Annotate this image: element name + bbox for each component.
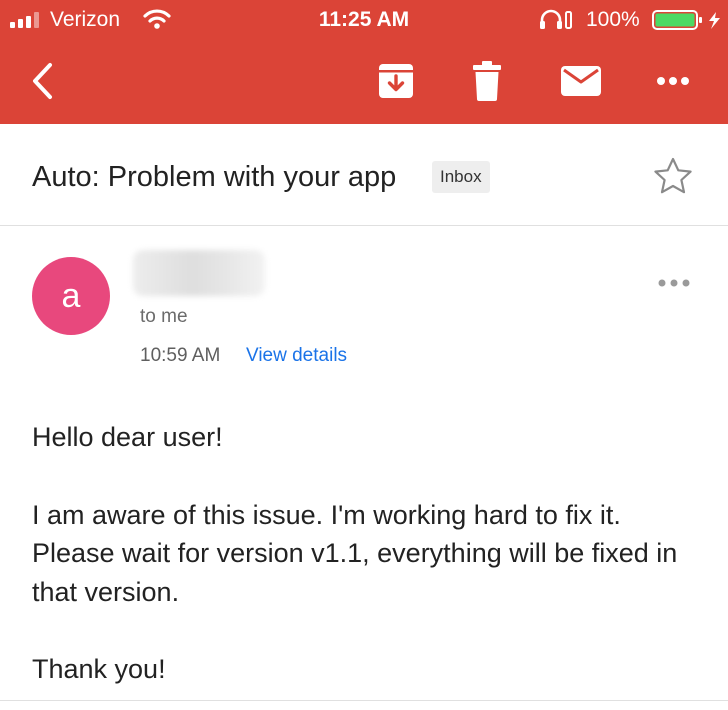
sender-name-redacted [133, 250, 265, 296]
status-bar: Verizon 11:25 AM 100% [0, 0, 728, 40]
headphones-icon [540, 9, 572, 29]
app-header: Verizon 11:25 AM 100% [0, 0, 728, 124]
more-horizontal-icon [657, 77, 689, 85]
recipient-text: to me [140, 306, 188, 327]
subject-row: Auto: Problem with your app Inbox [0, 124, 728, 226]
message-more-icon[interactable] [656, 275, 692, 291]
body-paragraph: I am aware of this issue. I'm working ha… [32, 499, 678, 607]
email-body: Hello dear user! I am aware of this issu… [32, 418, 692, 710]
back-button[interactable] [20, 58, 64, 104]
signal-strength-icon [10, 12, 39, 28]
mark-unread-button[interactable] [555, 58, 607, 104]
more-options-button[interactable] [648, 58, 698, 104]
archive-button[interactable] [370, 58, 422, 104]
battery-icon [652, 10, 720, 30]
view-details-link[interactable]: View details [246, 344, 347, 368]
archive-icon [379, 64, 413, 98]
battery-percent: 100% [586, 8, 640, 31]
inbox-label[interactable]: Inbox [432, 161, 490, 193]
sender-avatar: a [32, 257, 110, 335]
delete-button[interactable] [462, 58, 512, 104]
wifi-icon [143, 9, 171, 29]
divider [0, 700, 728, 701]
trash-icon [473, 61, 501, 101]
email-subject: Auto: Problem with your app [32, 161, 397, 193]
star-icon[interactable] [652, 156, 694, 196]
body-greeting: Hello dear user! [32, 422, 223, 452]
received-time: 10:59 AM [140, 345, 221, 366]
back-arrow-icon [33, 63, 52, 99]
email-screen: Verizon 11:25 AM 100% Auto: Problem with… [0, 0, 728, 710]
body-closing: Thank you! [32, 654, 166, 684]
mail-icon [561, 66, 601, 96]
carrier-name: Verizon [50, 8, 121, 31]
